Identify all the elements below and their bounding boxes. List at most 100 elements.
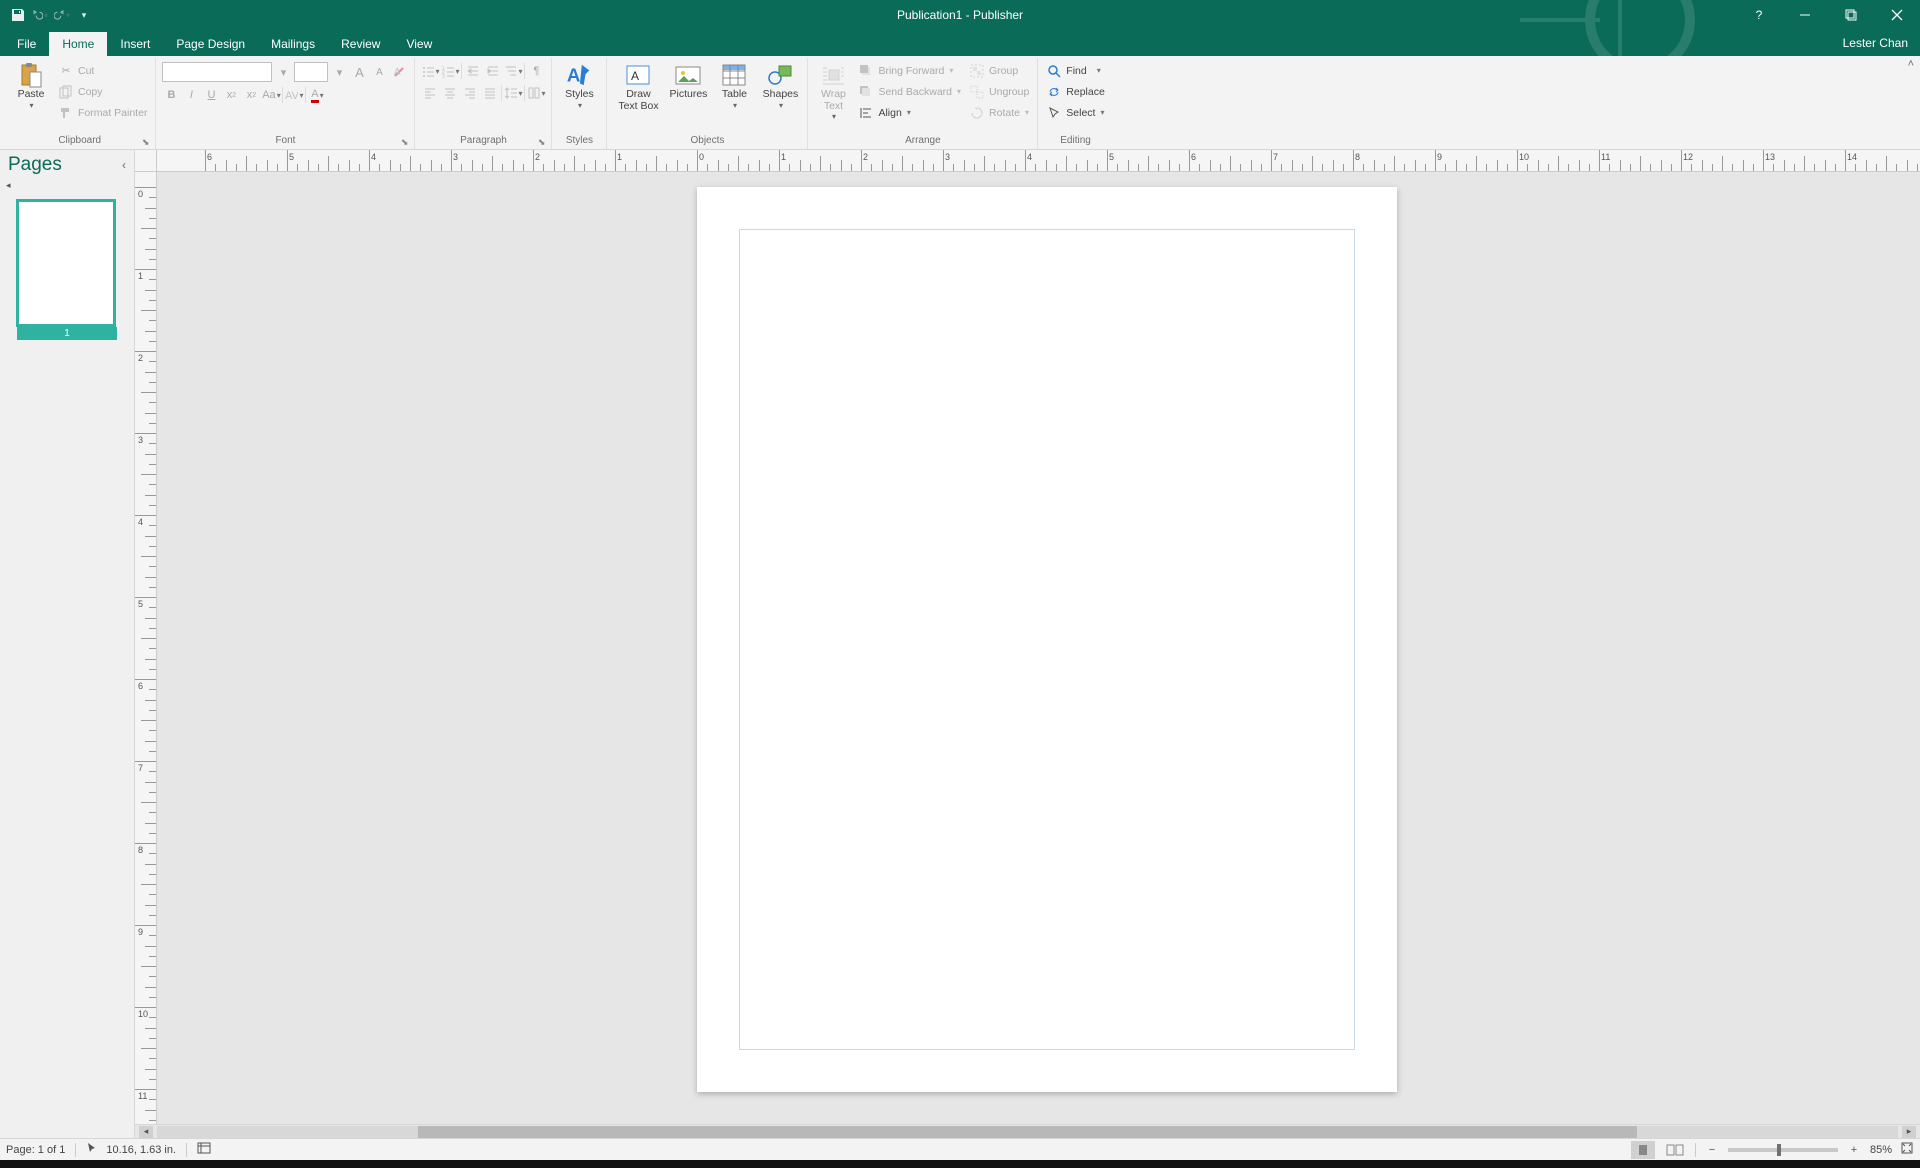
- status-object-size-icon[interactable]: [197, 1142, 211, 1157]
- zoom-slider[interactable]: [1728, 1148, 1838, 1152]
- zoom-in-button[interactable]: +: [1846, 1144, 1862, 1156]
- italic-button[interactable]: I: [182, 86, 200, 104]
- group-font: ▾ ▾ A A A B I U x2 x2 Aa▾ AV▾ A▾ Font⬊: [156, 58, 415, 149]
- wrap-text-button[interactable]: Wrap Text▾: [814, 60, 852, 122]
- shapes-button[interactable]: Shapes▾: [759, 60, 801, 110]
- format-painter-button[interactable]: Format Painter: [56, 102, 149, 123]
- clipboard-dialog-launcher[interactable]: ⬊: [142, 137, 150, 148]
- scroll-thumb[interactable]: [418, 1126, 1637, 1138]
- replace-button[interactable]: Replace: [1044, 81, 1107, 102]
- view-two-page-button[interactable]: [1663, 1141, 1687, 1159]
- paragraph-dialog-launcher[interactable]: ⬊: [538, 137, 546, 148]
- bullets-button[interactable]: ▾: [421, 62, 439, 80]
- rotate-button[interactable]: Rotate▾: [967, 102, 1031, 123]
- underline-button[interactable]: U: [202, 86, 220, 104]
- workspace: Pages ‹ ◂ 1 6543210123456789101112131415…: [0, 150, 1920, 1138]
- grow-font-icon[interactable]: A: [350, 63, 368, 81]
- status-page[interactable]: Page: 1 of 1: [6, 1144, 65, 1156]
- scroll-track[interactable]: [157, 1126, 1898, 1138]
- copy-button[interactable]: Copy: [56, 81, 149, 102]
- vertical-ruler[interactable]: 01234567891011: [135, 172, 157, 1124]
- table-icon: [720, 62, 748, 88]
- multilevel-list-button[interactable]: ▾: [504, 62, 522, 80]
- bold-button[interactable]: B: [162, 86, 180, 104]
- redo-icon[interactable]: ▾: [54, 7, 70, 23]
- fit-to-window-button[interactable]: [1900, 1141, 1914, 1158]
- title-bar: ▾ ▾ ▾ Publication1 - Publisher ?: [0, 0, 1920, 30]
- superscript-button[interactable]: x2: [242, 86, 260, 104]
- decrease-indent-button[interactable]: [464, 62, 482, 80]
- page-scroll-area[interactable]: [157, 172, 1920, 1138]
- pages-panel-expand-icon[interactable]: ◂: [0, 180, 134, 193]
- zoom-out-button[interactable]: −: [1704, 1144, 1720, 1156]
- send-backward-button[interactable]: Send Backward▾: [856, 81, 963, 102]
- align-justify-button[interactable]: [481, 84, 499, 102]
- paste-label: Paste: [18, 89, 45, 101]
- minimize-button[interactable]: [1782, 0, 1828, 30]
- pictures-icon: [674, 62, 702, 88]
- font-size-input[interactable]: [294, 62, 328, 82]
- paste-button[interactable]: Paste ▾: [10, 60, 52, 110]
- tab-insert[interactable]: Insert: [107, 32, 163, 56]
- horizontal-scrollbar[interactable]: ◂ ▸: [135, 1124, 1920, 1138]
- select-button[interactable]: Select▾: [1044, 102, 1107, 123]
- view-single-page-button[interactable]: [1631, 1141, 1655, 1159]
- customize-qat-icon[interactable]: ▾: [76, 7, 92, 23]
- group-button[interactable]: Group: [967, 60, 1031, 81]
- pictures-button[interactable]: Pictures: [667, 60, 709, 101]
- tab-file[interactable]: File: [4, 32, 49, 56]
- shrink-font-icon[interactable]: A: [370, 63, 388, 81]
- ruler-corner: [135, 150, 157, 172]
- maximize-button[interactable]: [1828, 0, 1874, 30]
- tab-view[interactable]: View: [393, 32, 445, 56]
- windows-taskbar[interactable]: [0, 1160, 1920, 1168]
- tab-mailings[interactable]: Mailings: [258, 32, 328, 56]
- cut-button[interactable]: ✂Cut: [56, 60, 149, 81]
- undo-icon[interactable]: ▾: [32, 7, 48, 23]
- tab-review[interactable]: Review: [328, 32, 393, 56]
- tab-page-design[interactable]: Page Design: [163, 32, 258, 56]
- subscript-button[interactable]: x2: [222, 86, 240, 104]
- styles-button[interactable]: A Styles▾: [558, 60, 600, 110]
- tab-home[interactable]: Home: [49, 32, 107, 56]
- account-name[interactable]: Lester Chan: [1831, 32, 1920, 56]
- publication-page[interactable]: [697, 187, 1397, 1092]
- change-case-button[interactable]: Aa▾: [262, 86, 280, 104]
- draw-text-box-button[interactable]: A Draw Text Box: [613, 60, 663, 112]
- bring-forward-button[interactable]: Bring Forward▾: [856, 60, 963, 81]
- copy-icon: [58, 84, 74, 100]
- pages-panel: Pages ‹ ◂ 1: [0, 150, 135, 1138]
- ribbon-collapse-icon[interactable]: ˄: [1908, 58, 1914, 70]
- pages-panel-collapse-icon[interactable]: ‹: [122, 158, 126, 172]
- status-coords: 10.16, 1.63 in.: [106, 1144, 176, 1156]
- columns-button[interactable]: ▾: [527, 84, 545, 102]
- zoom-slider-handle[interactable]: [1777, 1144, 1781, 1156]
- line-spacing-button[interactable]: ▾: [504, 84, 522, 102]
- help-button[interactable]: ?: [1736, 0, 1782, 30]
- clear-formatting-icon[interactable]: A: [390, 63, 408, 81]
- align-button[interactable]: Align▾: [856, 102, 963, 123]
- page-thumbnail-1[interactable]: [16, 199, 116, 327]
- font-name-input[interactable]: [162, 62, 272, 82]
- canvas-area: 6543210123456789101112131415 01234567891…: [135, 150, 1920, 1138]
- increase-indent-button[interactable]: [484, 62, 502, 80]
- font-name-dropdown-icon[interactable]: ▾: [274, 63, 292, 81]
- font-size-dropdown-icon[interactable]: ▾: [330, 63, 348, 81]
- char-spacing-button[interactable]: AV▾: [285, 86, 303, 104]
- group-paragraph: ▾ 123▾ ▾ ¶ ▾ ▾ Paragraph⬊: [415, 58, 552, 149]
- font-dialog-launcher[interactable]: ⬊: [401, 137, 409, 148]
- align-center-button[interactable]: [441, 84, 459, 102]
- numbering-button[interactable]: 123▾: [441, 62, 459, 80]
- font-color-button[interactable]: A▾: [308, 86, 326, 104]
- zoom-percent[interactable]: 85%: [1870, 1144, 1892, 1156]
- close-button[interactable]: [1874, 0, 1920, 30]
- ungroup-button[interactable]: Ungroup: [967, 81, 1031, 102]
- table-button[interactable]: Table▾: [713, 60, 755, 110]
- align-right-button[interactable]: [461, 84, 479, 102]
- align-left-button[interactable]: [421, 84, 439, 102]
- horizontal-ruler[interactable]: 6543210123456789101112131415: [157, 150, 1920, 172]
- save-icon[interactable]: [10, 7, 26, 23]
- find-button[interactable]: Find▾: [1044, 60, 1107, 81]
- paragraph-marks-button[interactable]: ¶: [527, 62, 545, 80]
- scroll-left-button[interactable]: ◂: [139, 1126, 153, 1138]
